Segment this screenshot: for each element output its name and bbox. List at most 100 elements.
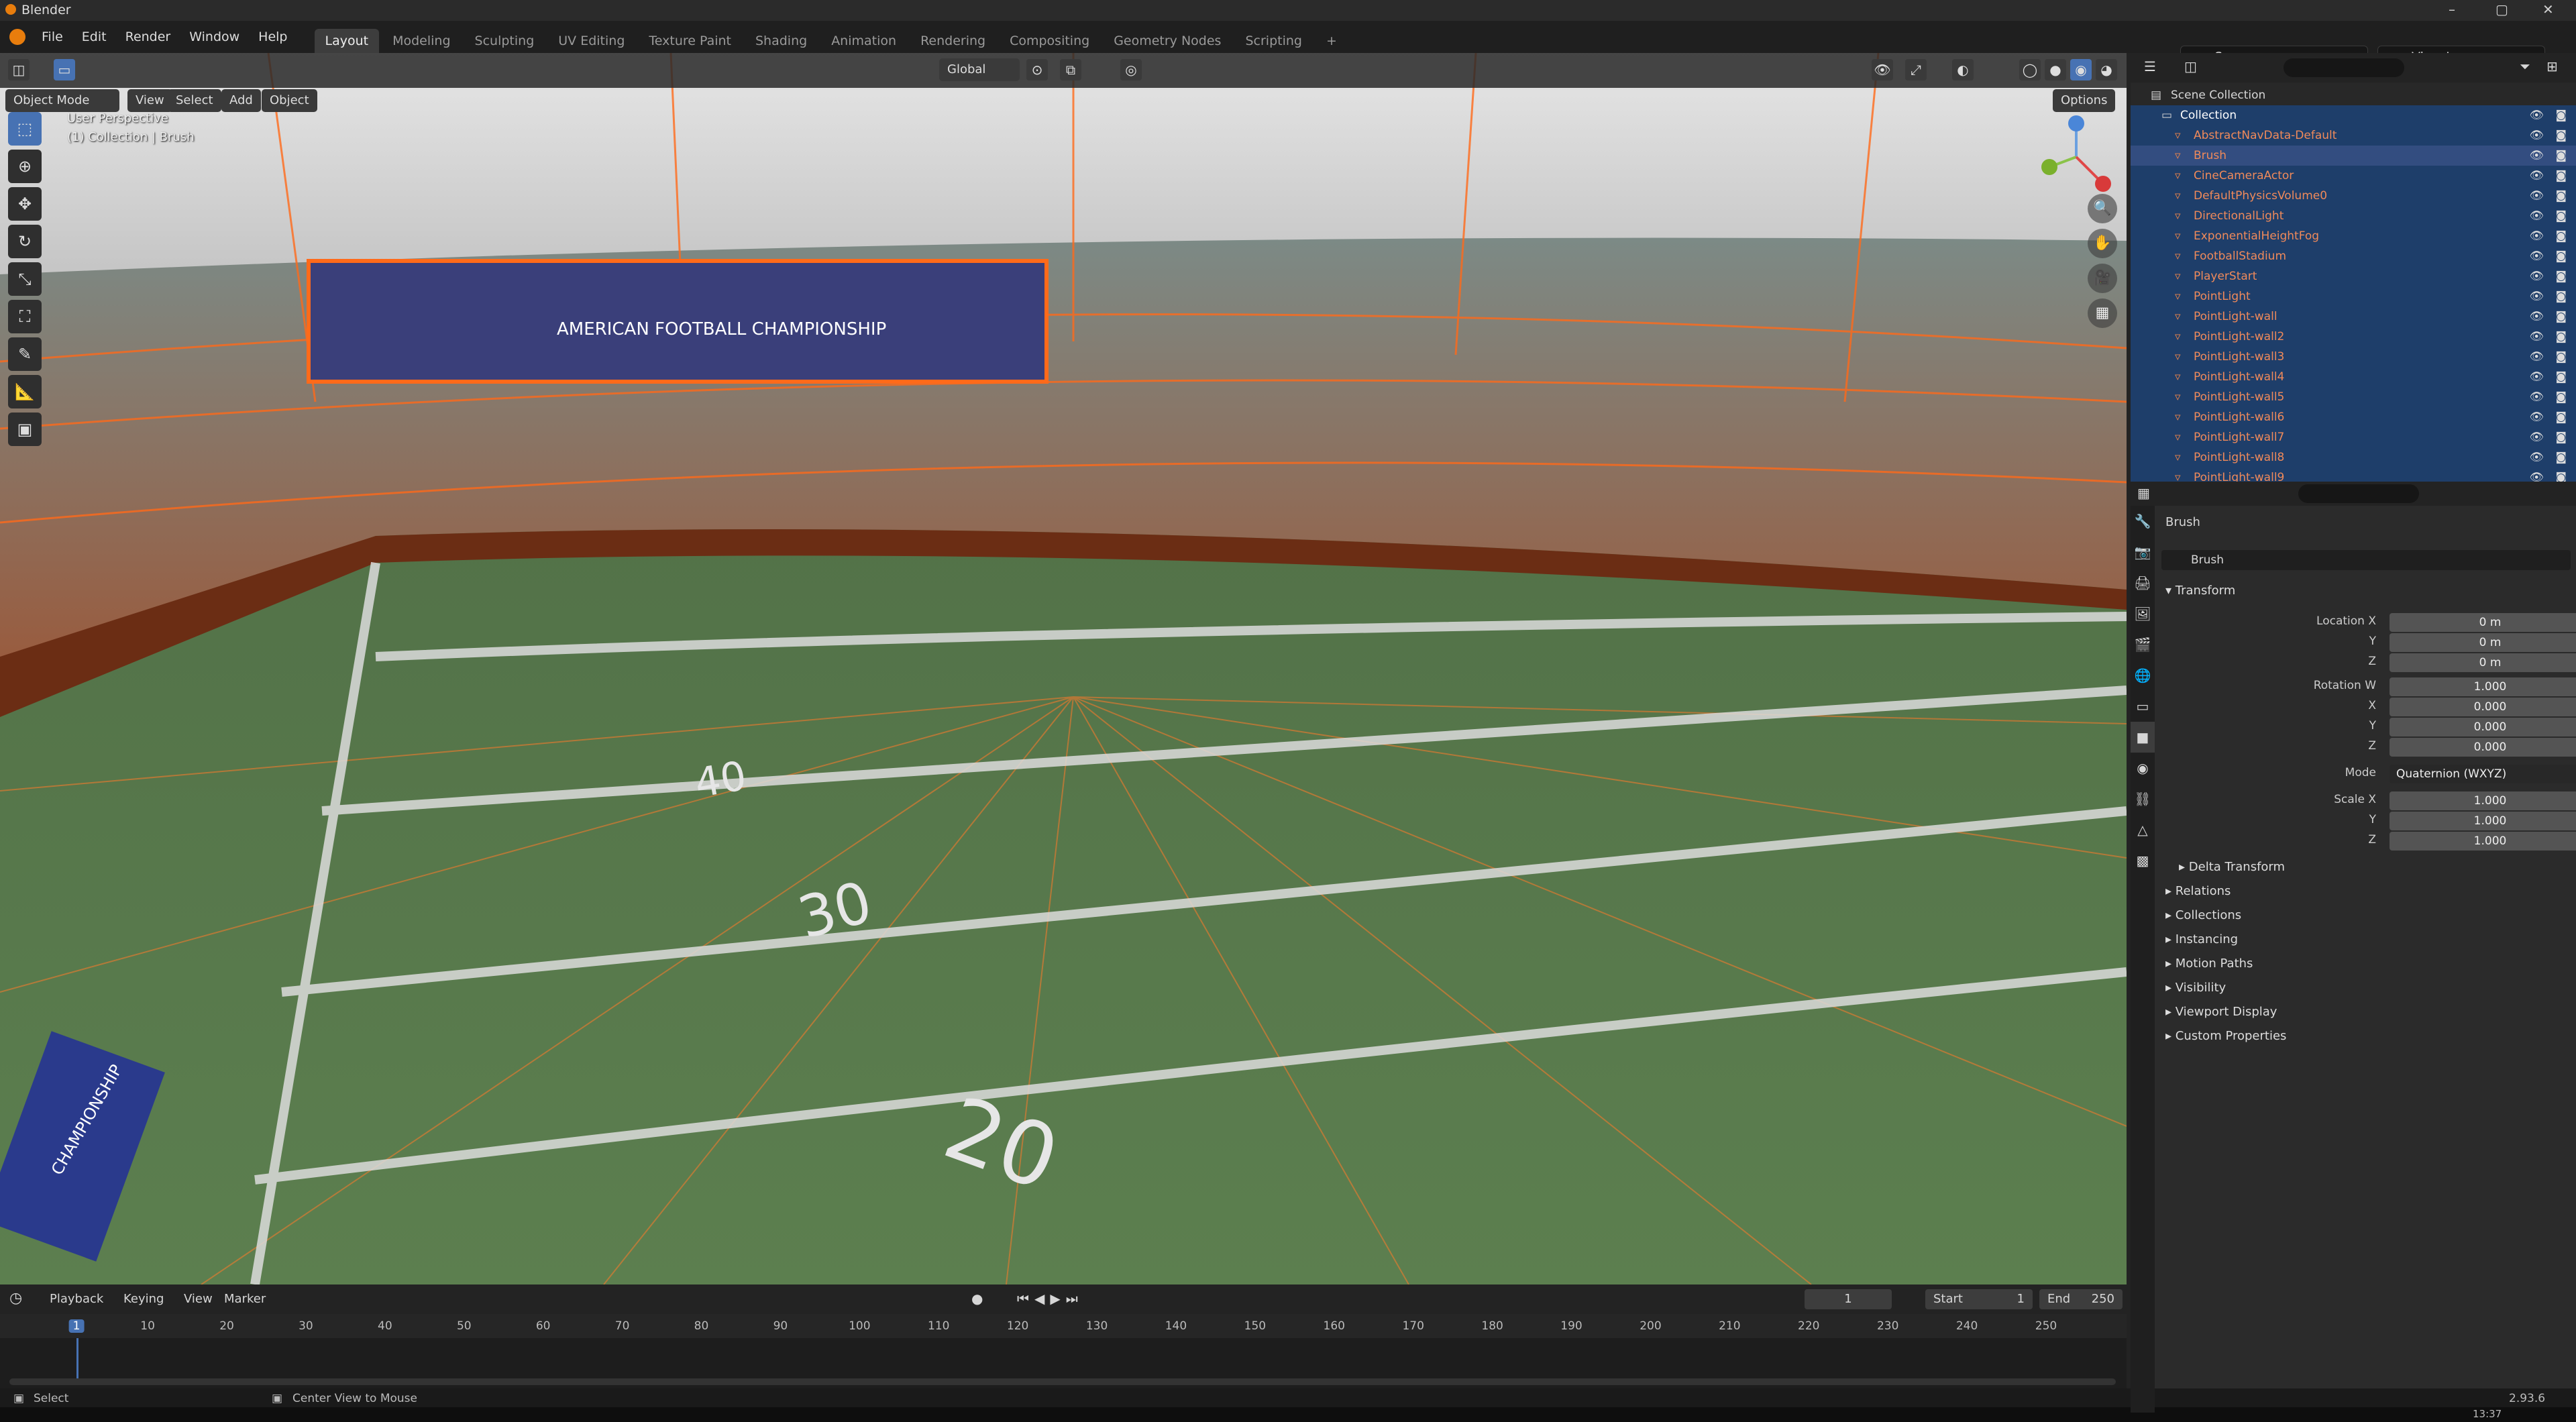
tool-tab-icon[interactable]: 🔧 bbox=[2131, 506, 2155, 537]
visibility-eye-icon[interactable]: 👁 bbox=[2529, 266, 2544, 286]
visibility-eye-icon[interactable]: 👁 bbox=[2529, 327, 2544, 347]
outliner-item[interactable]: ▿ ExponentialHeightFog 👁 ◙ bbox=[2131, 226, 2576, 246]
output-tab-icon[interactable]: 🖨 bbox=[2131, 567, 2155, 598]
visibility-eye-icon[interactable]: 👁 bbox=[2529, 105, 2544, 125]
outliner-editor-type-icon[interactable]: ☰ bbox=[2144, 58, 2156, 74]
properties-search-input[interactable] bbox=[2298, 484, 2419, 503]
menu-help[interactable]: Help bbox=[249, 21, 297, 53]
outliner-item[interactable]: ▿ AbstractNavData-Default 👁 ◙ bbox=[2131, 125, 2576, 146]
visibility-eye-icon[interactable]: 👁 bbox=[2529, 166, 2544, 186]
render-camera-icon[interactable]: ◙ bbox=[2556, 125, 2567, 146]
render-camera-icon[interactable]: ◙ bbox=[2556, 166, 2567, 186]
options-button[interactable]: Options bbox=[2053, 89, 2116, 112]
menu-add[interactable]: Add bbox=[221, 89, 261, 112]
scale-x-field[interactable]: 1.000 bbox=[2390, 791, 2576, 810]
tab-shading[interactable]: Shading bbox=[745, 29, 818, 53]
timeline-scrollbar[interactable] bbox=[9, 1378, 2116, 1385]
playback-controls-icon[interactable]: ⏮◀▶⏭ bbox=[1017, 1291, 1083, 1307]
outliner-item[interactable]: ▿ DirectionalLight 👁 ◙ bbox=[2131, 206, 2576, 226]
filter-icon[interactable]: ⏷ bbox=[2520, 58, 2530, 74]
3d-viewport[interactable]: 40 30 20 AMERICAN FOOTBALL CHAMPIONSHIP … bbox=[0, 53, 2127, 1284]
transform-panel-header[interactable]: ▾ Transform bbox=[2165, 584, 2235, 598]
playback-menu[interactable]: Playback bbox=[50, 1292, 103, 1306]
view-menu[interactable]: View bbox=[184, 1292, 213, 1306]
solid-shading-icon[interactable]: ● bbox=[2045, 59, 2066, 80]
collection-row[interactable]: ▭ Collection 👁 ◙ bbox=[2131, 105, 2576, 125]
visibility-eye-icon[interactable]: 👁 bbox=[2529, 286, 2544, 307]
visibility-icon[interactable]: 👁 bbox=[1872, 59, 1893, 80]
outliner-item[interactable]: ▿ PointLight-wall3 👁 ◙ bbox=[2131, 347, 2576, 367]
visibility-eye-icon[interactable]: 👁 bbox=[2529, 246, 2544, 266]
rotation-x-field[interactable]: 0.000 bbox=[2390, 698, 2576, 716]
blender-menu-icon[interactable] bbox=[9, 29, 25, 45]
physics-tab-icon[interactable]: ◉ bbox=[2131, 753, 2155, 783]
outliner-item[interactable]: ▿ PlayerStart 👁 ◙ bbox=[2131, 266, 2576, 286]
render-camera-icon[interactable]: ◙ bbox=[2556, 407, 2567, 427]
record-icon[interactable]: ● bbox=[971, 1291, 983, 1307]
outliner-item[interactable]: ▿ PointLight-wall7 👁 ◙ bbox=[2131, 427, 2576, 447]
location-y-field[interactable]: 0 m bbox=[2390, 633, 2576, 652]
collection-tab-icon[interactable]: ▭ bbox=[2131, 691, 2155, 722]
view-layer-tab-icon[interactable]: 🖼 bbox=[2131, 598, 2155, 629]
object-tab-icon[interactable]: ■ bbox=[2131, 722, 2155, 753]
wireframe-shading-icon[interactable]: ◯ bbox=[2019, 59, 2041, 80]
render-camera-icon[interactable]: ◙ bbox=[2556, 327, 2567, 347]
visibility-eye-icon[interactable]: 👁 bbox=[2529, 427, 2544, 447]
panel-header[interactable]: ▸ Viewport Display bbox=[2165, 1005, 2277, 1019]
outliner-item[interactable]: ▿ PointLight 👁 ◙ bbox=[2131, 286, 2576, 307]
render-camera-icon[interactable]: ◙ bbox=[2556, 206, 2567, 226]
render-camera-icon[interactable]: ◙ bbox=[2556, 387, 2567, 407]
frame-ruler[interactable]: 1 10 20 30 40 50 60 70 80 90 100 110 120 130 140 150 160… bbox=[0, 1314, 2127, 1338]
outliner-item[interactable]: ▿ PointLight-wall6 👁 ◙ bbox=[2131, 407, 2576, 427]
keying-menu[interactable]: Keying bbox=[123, 1292, 164, 1306]
render-camera-icon[interactable]: ◙ bbox=[2556, 286, 2567, 307]
scene-tab-icon[interactable]: 🎬 bbox=[2131, 629, 2155, 660]
outliner-item[interactable]: ▿ Brush 👁 ◙ bbox=[2131, 146, 2576, 166]
render-tab-icon[interactable]: 📷 bbox=[2131, 537, 2155, 567]
visibility-eye-icon[interactable]: 👁 bbox=[2529, 186, 2544, 206]
outliner-item[interactable]: ▿ PointLight-wall5 👁 ◙ bbox=[2131, 387, 2576, 407]
move-tool-icon[interactable]: ✥ bbox=[8, 187, 42, 221]
render-camera-icon[interactable]: ◙ bbox=[2556, 447, 2567, 468]
tab-geometry-nodes[interactable]: Geometry Nodes bbox=[1103, 29, 1232, 53]
camera-view-icon[interactable]: 🎥 bbox=[2088, 264, 2117, 293]
render-camera-icon[interactable]: ◙ bbox=[2556, 226, 2567, 246]
visibility-eye-icon[interactable]: 👁 bbox=[2529, 387, 2544, 407]
tab-scripting[interactable]: Scripting bbox=[1234, 29, 1313, 53]
outliner-search-input[interactable] bbox=[2284, 58, 2404, 77]
playhead-line[interactable] bbox=[76, 1338, 78, 1378]
panel-header[interactable]: ▸ Collections bbox=[2165, 908, 2241, 922]
visibility-eye-icon[interactable]: 👁 bbox=[2529, 367, 2544, 387]
material-shading-icon[interactable]: ◉ bbox=[2070, 59, 2092, 80]
rotation-w-field[interactable]: 1.000 bbox=[2390, 677, 2576, 696]
visibility-eye-icon[interactable]: 👁 bbox=[2529, 125, 2544, 146]
texture-tab-icon[interactable]: ▩ bbox=[2131, 845, 2155, 876]
tab-layout[interactable]: Layout bbox=[314, 29, 380, 53]
tab-uv-editing[interactable]: UV Editing bbox=[547, 29, 635, 53]
select-box-tool-icon[interactable]: ⬚ bbox=[8, 112, 42, 146]
current-frame-field[interactable]: 1 bbox=[1805, 1289, 1892, 1309]
maximize-button[interactable]: ▢ bbox=[2496, 1, 2508, 17]
render-camera-icon[interactable]: ◙ bbox=[2556, 105, 2567, 125]
render-camera-icon[interactable]: ◙ bbox=[2556, 347, 2567, 367]
tab-sculpting[interactable]: Sculpting bbox=[464, 29, 545, 53]
menu-file[interactable]: File bbox=[32, 21, 72, 53]
cursor-tool-icon[interactable]: ⊕ bbox=[8, 150, 42, 183]
pivot-icon[interactable]: ⊙ bbox=[1026, 59, 1048, 80]
panel-header[interactable]: ▸ Relations bbox=[2165, 884, 2231, 898]
render-camera-icon[interactable]: ◙ bbox=[2556, 186, 2567, 206]
timeline-editor-type-icon[interactable]: ◷ bbox=[9, 1290, 22, 1307]
outliner-item[interactable]: ▿ PointLight-wall8 👁 ◙ bbox=[2131, 447, 2576, 468]
outliner-item[interactable]: ▿ PointLight-wall2 👁 ◙ bbox=[2131, 327, 2576, 347]
tab-texture-paint[interactable]: Texture Paint bbox=[638, 29, 742, 53]
tab-rendering[interactable]: Rendering bbox=[910, 29, 996, 53]
marker-menu[interactable]: Marker bbox=[224, 1292, 266, 1306]
visibility-eye-icon[interactable]: 👁 bbox=[2529, 146, 2544, 166]
add-workspace-button[interactable]: + bbox=[1316, 29, 1348, 53]
navigation-gizmo[interactable] bbox=[2033, 113, 2120, 201]
transform-tool-icon[interactable]: ⛶ bbox=[8, 300, 42, 333]
snap-icon[interactable]: ⧉ bbox=[1060, 59, 1081, 80]
close-button[interactable]: ✕ bbox=[2542, 1, 2554, 17]
display-mode-icon[interactable]: ◫ bbox=[2184, 58, 2197, 74]
panel-header[interactable]: ▸ Delta Transform bbox=[2179, 860, 2285, 874]
